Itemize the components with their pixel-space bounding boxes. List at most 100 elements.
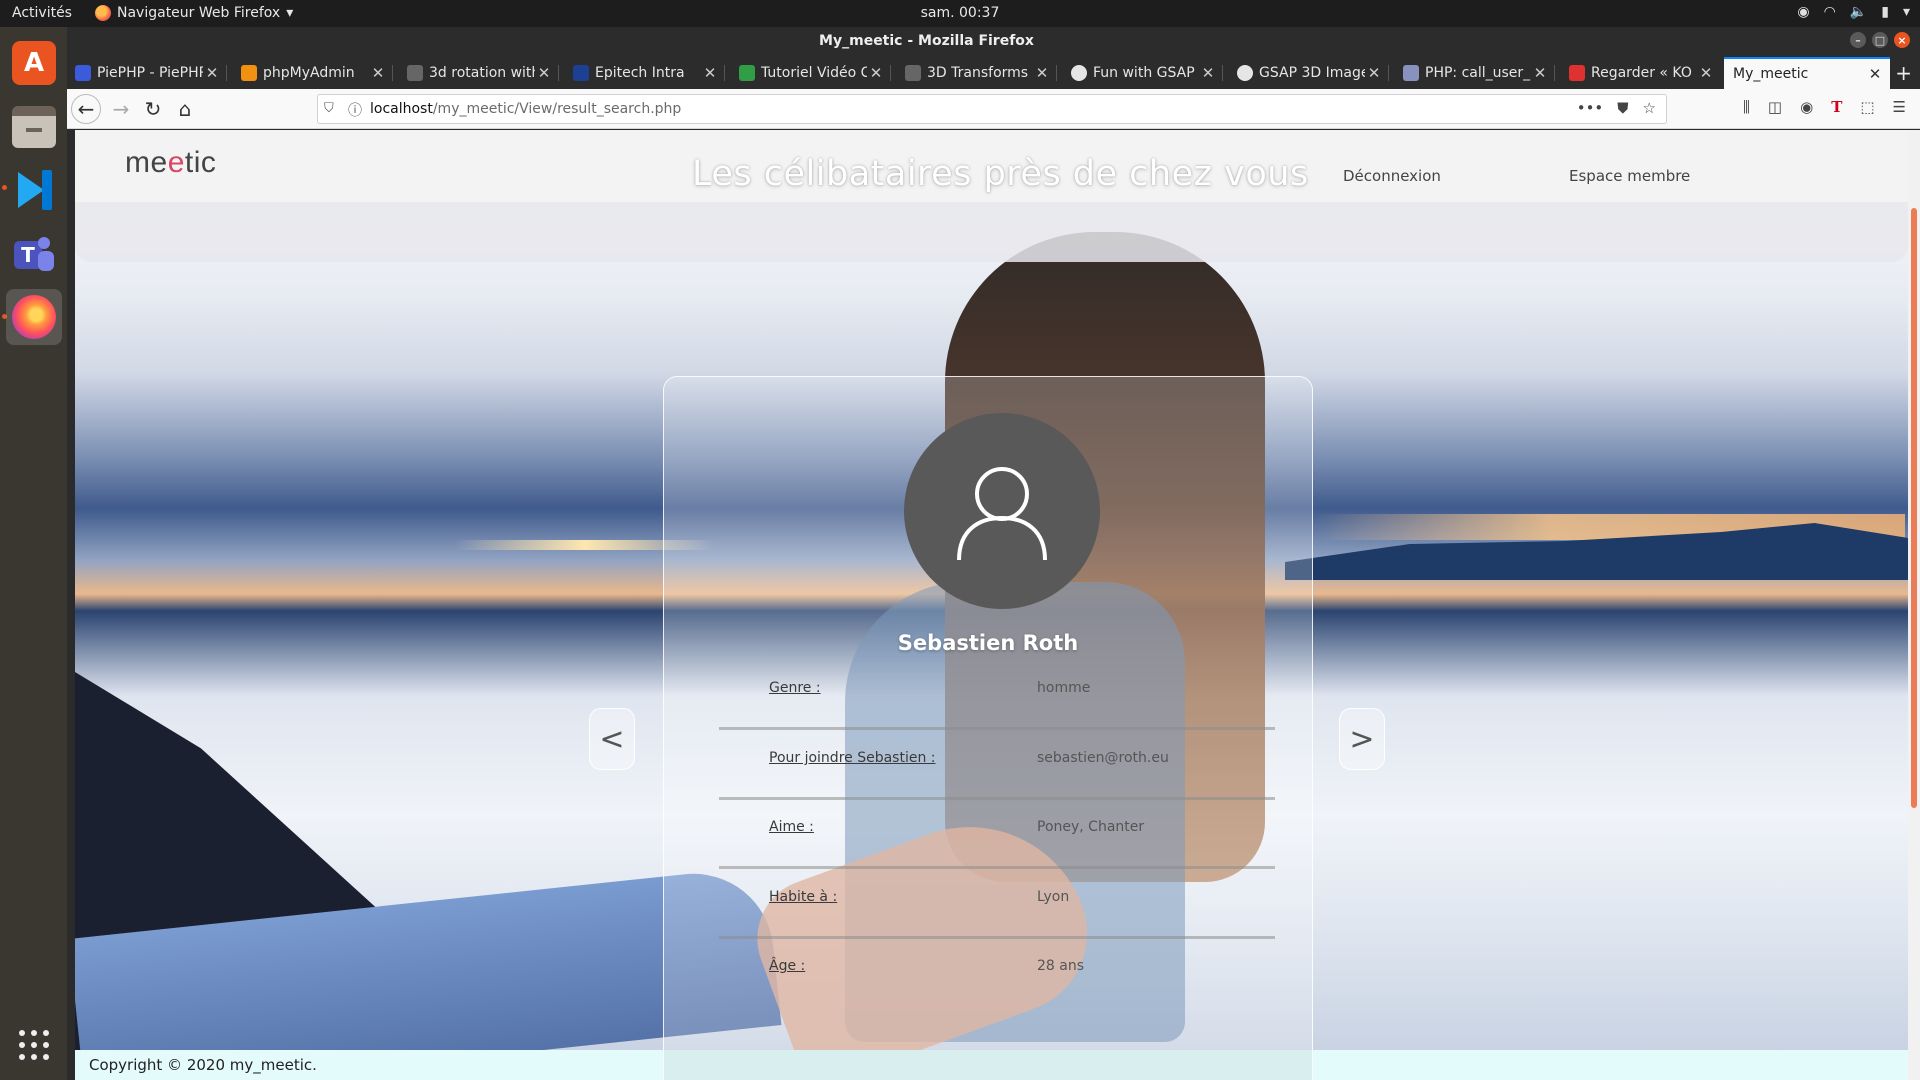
extension-t-icon[interactable]: T bbox=[1831, 98, 1842, 116]
site-footer: Copyright © 2020 my_meetic. bbox=[75, 1050, 1908, 1080]
tab-label: PiePHP - PiePHP bbox=[97, 65, 203, 81]
firefox-launcher[interactable] bbox=[6, 289, 62, 345]
grid-icon bbox=[19, 1030, 49, 1060]
info-icon[interactable]: ⓘ bbox=[348, 100, 362, 120]
close-tab-icon[interactable]: ✕ bbox=[203, 64, 221, 82]
favicon-icon bbox=[241, 65, 257, 81]
favicon-icon bbox=[739, 65, 755, 81]
tab[interactable]: phpMyAdmin ✕ bbox=[233, 57, 393, 89]
field-value: Lyon bbox=[1037, 889, 1070, 905]
site-header: meetic Les célibataires près de chez vou… bbox=[75, 130, 1908, 202]
close-tab-icon[interactable]: ✕ bbox=[369, 64, 387, 82]
scrollbar-thumb[interactable] bbox=[1911, 208, 1917, 808]
close-tab-icon[interactable]: ✕ bbox=[1531, 64, 1549, 82]
previous-profile-button[interactable]: < bbox=[589, 708, 635, 770]
tab-label: Tutoriel Vidéo C bbox=[761, 65, 867, 81]
profile-card: Sebastien Roth Genre : homme Pour joindr… bbox=[663, 376, 1313, 1080]
tab-label: GSAP 3D Image bbox=[1259, 65, 1365, 81]
page-headline: Les célibataires près de chez vous bbox=[692, 154, 1309, 194]
menu-icon[interactable]: ☰ bbox=[1893, 98, 1906, 116]
site-logo[interactable]: meetic bbox=[125, 146, 216, 180]
library-icon[interactable]: ⫼ bbox=[1743, 98, 1750, 116]
page-actions-icon[interactable]: ••• bbox=[1577, 99, 1604, 117]
member-area-link[interactable]: Espace membre bbox=[1569, 167, 1690, 185]
new-tab-button[interactable]: + bbox=[1895, 61, 1912, 85]
wifi-icon[interactable]: ◠ bbox=[1824, 4, 1836, 20]
close-window-button[interactable]: × bbox=[1894, 32, 1910, 48]
battery-icon[interactable]: ▮ bbox=[1881, 4, 1889, 20]
bookmark-star-icon[interactable]: ☆ bbox=[1643, 99, 1656, 117]
teams-launcher[interactable]: T bbox=[6, 225, 62, 281]
tab-active[interactable]: My_meetic ✕ bbox=[1724, 57, 1890, 89]
tab[interactable]: 3d rotation with ✕ bbox=[399, 57, 559, 89]
discord-icon[interactable]: ◉ bbox=[1797, 4, 1809, 20]
next-profile-button[interactable]: > bbox=[1339, 708, 1385, 770]
forward-button[interactable]: → bbox=[107, 95, 135, 123]
tab[interactable]: Epitech Intra ✕ bbox=[565, 57, 725, 89]
teams-icon: T bbox=[12, 231, 56, 275]
tab[interactable]: GSAP 3D Image ✕ bbox=[1229, 57, 1389, 89]
files-launcher[interactable] bbox=[6, 99, 62, 155]
logout-link[interactable]: Déconnexion bbox=[1343, 167, 1441, 185]
field-label: Âge : bbox=[769, 958, 806, 974]
tab-label: 3d rotation with bbox=[429, 65, 535, 81]
close-tab-icon[interactable]: ✕ bbox=[1697, 64, 1715, 82]
url-bar[interactable]: ⛉ ⓘ localhost/my_meetic/View/result_sear… bbox=[317, 94, 1667, 124]
header-band bbox=[75, 202, 1908, 262]
chevron-down-icon[interactable]: ▾ bbox=[1903, 4, 1910, 20]
tab[interactable]: PiePHP - PiePHP ✕ bbox=[67, 57, 227, 89]
system-tray[interactable]: ◉ ◠ 🔈 ▮ ▾ bbox=[1797, 4, 1910, 20]
files-icon bbox=[12, 106, 56, 148]
show-applications-button[interactable] bbox=[6, 1017, 62, 1073]
close-tab-icon[interactable]: ✕ bbox=[1199, 64, 1217, 82]
field-label: Aime : bbox=[769, 819, 814, 835]
volume-icon[interactable]: 🔈 bbox=[1850, 4, 1867, 20]
favicon-icon bbox=[1403, 65, 1419, 81]
tab[interactable]: Regarder « KO ✕ bbox=[1561, 57, 1721, 89]
profile-field-contact: Pour joindre Sebastien : sebastien@roth.… bbox=[719, 730, 1275, 800]
field-label: Habite à : bbox=[769, 889, 838, 905]
window-titlebar[interactable]: My_meetic - Mozilla Firefox – □ × bbox=[67, 27, 1920, 55]
firefox-icon bbox=[12, 295, 56, 339]
tab[interactable]: Tutoriel Vidéo C ✕ bbox=[731, 57, 891, 89]
tab-label: phpMyAdmin bbox=[263, 65, 355, 81]
avatar bbox=[904, 413, 1100, 609]
minimize-button[interactable]: – bbox=[1850, 32, 1866, 48]
heart-icon: e bbox=[167, 146, 185, 179]
dock: A T bbox=[0, 27, 67, 1080]
favicon-icon bbox=[905, 65, 921, 81]
profile-field-city: Habite à : Lyon bbox=[719, 869, 1275, 939]
close-tab-icon[interactable]: ✕ bbox=[867, 64, 885, 82]
pocket-icon[interactable]: ⛊ bbox=[1617, 99, 1628, 117]
close-tab-icon[interactable]: ✕ bbox=[1033, 64, 1051, 82]
tab-label: Regarder « KO bbox=[1591, 65, 1692, 81]
home-button[interactable]: ⌂ bbox=[171, 95, 199, 123]
reload-button[interactable]: ↻ bbox=[139, 95, 167, 123]
profile-field-likes: Aime : Poney, Chanter bbox=[719, 799, 1275, 869]
sidebar-icon[interactable]: ◫ bbox=[1768, 98, 1782, 116]
tab[interactable]: 3D Transforms ✕ bbox=[897, 57, 1057, 89]
close-tab-icon[interactable]: ✕ bbox=[1866, 65, 1884, 83]
clock[interactable]: sam. 00:37 bbox=[0, 5, 1920, 21]
url-text[interactable]: localhost/my_meetic/View/result_search.p… bbox=[370, 101, 681, 117]
tab[interactable]: PHP: call_user_ ✕ bbox=[1395, 57, 1555, 89]
copyright-text: Copyright © 2020 my_meetic. bbox=[89, 1056, 317, 1074]
field-value: homme bbox=[1037, 680, 1091, 696]
field-label: Genre : bbox=[769, 680, 821, 696]
tab[interactable]: Fun with GSAP ✕ bbox=[1063, 57, 1223, 89]
vscode-launcher[interactable] bbox=[6, 162, 62, 218]
favicon-icon bbox=[1237, 65, 1253, 81]
field-value: Poney, Chanter bbox=[1037, 819, 1145, 835]
close-tab-icon[interactable]: ✕ bbox=[1365, 64, 1383, 82]
back-button[interactable]: ← bbox=[71, 94, 101, 124]
close-tab-icon[interactable]: ✕ bbox=[701, 64, 719, 82]
favicon-icon bbox=[407, 65, 423, 81]
extension-icon[interactable]: ⬚ bbox=[1860, 98, 1874, 116]
scrollbar[interactable] bbox=[1908, 130, 1920, 1080]
close-tab-icon[interactable]: ✕ bbox=[535, 64, 553, 82]
tab-label: PHP: call_user_ bbox=[1425, 65, 1531, 81]
account-icon[interactable]: ◉ bbox=[1800, 98, 1813, 116]
vscode-icon bbox=[12, 168, 56, 212]
maximize-button[interactable]: □ bbox=[1872, 32, 1888, 48]
shield-icon[interactable]: ⛉ bbox=[324, 101, 334, 116]
